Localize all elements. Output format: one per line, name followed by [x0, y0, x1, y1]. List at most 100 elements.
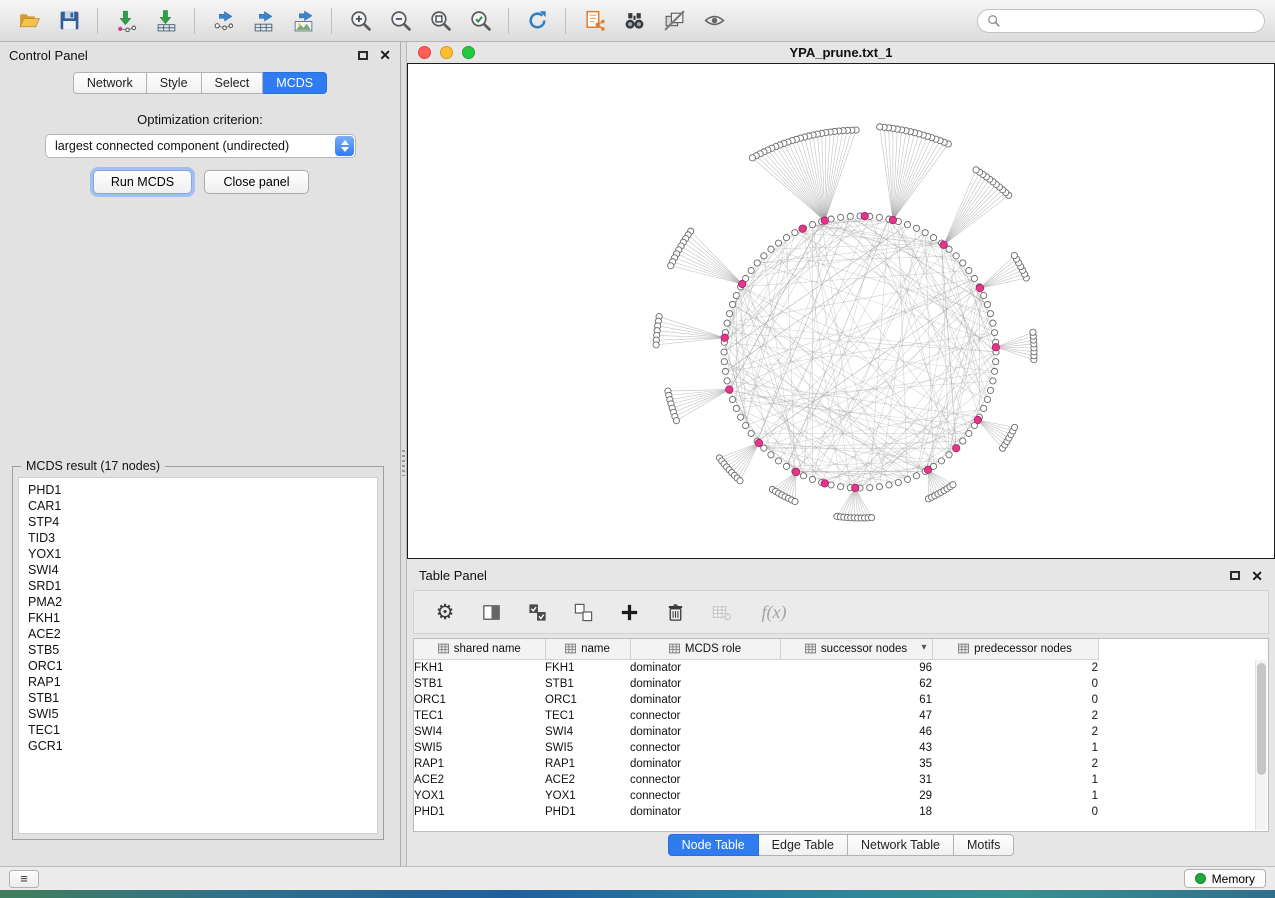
mcds-node-item[interactable]: PHD1	[19, 482, 377, 498]
network-node[interactable]	[876, 214, 882, 220]
table-row[interactable]: FKH1FKH1dominator962	[414, 659, 1268, 676]
mcds-node-item[interactable]: STB5	[19, 642, 377, 658]
network-node[interactable]	[673, 418, 679, 424]
refresh-view-button[interactable]	[518, 5, 556, 37]
mcds-network-node[interactable]	[755, 439, 762, 446]
cell-name[interactable]: FKH1	[545, 659, 630, 676]
search-box[interactable]	[977, 9, 1265, 33]
memory-button[interactable]: Memory	[1184, 869, 1266, 888]
mcds-network-node[interactable]	[792, 468, 799, 475]
network-node[interactable]	[992, 330, 998, 336]
cell-successor-nodes[interactable]: 46	[780, 724, 932, 740]
cell-name[interactable]: ACE2	[545, 772, 630, 788]
cell-successor-nodes[interactable]: 29	[780, 788, 932, 804]
mcds-network-node[interactable]	[799, 225, 806, 232]
mcds-network-node[interactable]	[739, 280, 746, 287]
mcds-network-node[interactable]	[721, 334, 728, 341]
cell-mcds-role[interactable]: dominator	[630, 692, 780, 708]
network-node[interactable]	[828, 482, 834, 488]
cell-successor-nodes[interactable]: 61	[780, 692, 932, 708]
network-node[interactable]	[993, 359, 999, 365]
sort-caret-icon[interactable]: ▾	[921, 642, 926, 653]
optimization-criterion-select[interactable]: largest connected component (undirected)	[45, 134, 356, 158]
mcds-network-node[interactable]	[821, 480, 828, 487]
network-node[interactable]	[653, 342, 659, 348]
zoom-in-button[interactable]	[341, 5, 379, 37]
network-node[interactable]	[724, 320, 730, 326]
cell-shared-name[interactable]: STB1	[414, 676, 545, 692]
network-node[interactable]	[792, 230, 798, 236]
cell-mcds-role[interactable]: dominator	[630, 659, 780, 676]
column-header-name[interactable]: name	[545, 639, 630, 659]
cell-shared-name[interactable]: SWI5	[414, 740, 545, 756]
network-node[interactable]	[783, 234, 789, 240]
network-node[interactable]	[930, 234, 936, 240]
cell-name[interactable]: SWI4	[545, 724, 630, 740]
mcds-node-item[interactable]: SWI5	[19, 706, 377, 722]
hide-selected-button[interactable]	[655, 5, 693, 37]
mcds-node-item[interactable]: STP4	[19, 514, 377, 530]
copy-document-button[interactable]	[575, 5, 613, 37]
mcds-node-item[interactable]: TEC1	[19, 722, 377, 738]
select-all-button[interactable]	[524, 598, 550, 626]
cell-name[interactable]: ORC1	[545, 692, 630, 708]
mcds-node-item[interactable]: SWI4	[19, 562, 377, 578]
mcds-network-node[interactable]	[976, 284, 983, 291]
network-node[interactable]	[792, 498, 798, 504]
network-node[interactable]	[733, 405, 739, 411]
zoom-out-button[interactable]	[381, 5, 419, 37]
mcds-network-node[interactable]	[889, 216, 896, 223]
network-node[interactable]	[867, 485, 873, 491]
tab-edge-table[interactable]: Edge Table	[759, 834, 848, 856]
network-node[interactable]	[748, 267, 754, 273]
mcds-network-node[interactable]	[952, 444, 959, 451]
mcds-node-item[interactable]: CAR1	[19, 498, 377, 514]
mcds-node-item[interactable]: ACE2	[19, 626, 377, 642]
network-node[interactable]	[886, 482, 892, 488]
network-node[interactable]	[809, 476, 815, 482]
mcds-network-node[interactable]	[940, 241, 947, 248]
mcds-node-item[interactable]: PMA2	[19, 594, 377, 610]
network-node[interactable]	[809, 221, 815, 227]
network-node[interactable]	[733, 292, 739, 298]
cell-mcds-role[interactable]: dominator	[630, 724, 780, 740]
network-node[interactable]	[847, 213, 853, 219]
network-node[interactable]	[877, 124, 883, 130]
network-node[interactable]	[960, 260, 966, 266]
cell-predecessor-nodes[interactable]: 0	[932, 676, 1098, 692]
network-node[interactable]	[668, 263, 674, 269]
column-header-shared-name[interactable]: shared name	[414, 639, 545, 659]
table-row[interactable]: SWI4SWI4dominator462	[414, 724, 1268, 740]
show-columns-button[interactable]	[478, 598, 504, 626]
column-header-successor-nodes[interactable]: successor nodes ▾	[780, 639, 932, 659]
close-panel-button[interactable]: Close panel	[204, 170, 309, 194]
cell-successor-nodes[interactable]: 31	[780, 772, 932, 788]
export-network-button[interactable]	[204, 5, 242, 37]
function-builder-button[interactable]: f(x)	[754, 598, 794, 626]
search-input[interactable]	[1006, 14, 1255, 28]
table-row[interactable]: SWI5SWI5connector431	[414, 740, 1268, 756]
mcds-node-item[interactable]: GCR1	[19, 738, 377, 754]
network-node[interactable]	[742, 422, 748, 428]
network-node[interactable]	[913, 473, 919, 479]
cell-predecessor-nodes[interactable]: 1	[932, 772, 1098, 788]
network-node[interactable]	[953, 253, 959, 259]
network-node[interactable]	[754, 260, 760, 266]
network-node[interactable]	[828, 216, 834, 222]
network-node[interactable]	[722, 368, 728, 374]
cell-mcds-role[interactable]: connector	[630, 740, 780, 756]
network-node[interactable]	[992, 368, 998, 374]
mcds-node-item[interactable]: RAP1	[19, 674, 377, 690]
tab-select[interactable]: Select	[202, 72, 264, 94]
network-node[interactable]	[966, 267, 972, 273]
network-node[interactable]	[938, 458, 944, 464]
cell-name[interactable]: PHD1	[545, 804, 630, 820]
mcds-node-item[interactable]: TID3	[19, 530, 377, 546]
cell-mcds-role[interactable]: dominator	[630, 756, 780, 772]
import-network-button[interactable]	[107, 5, 145, 37]
table-row[interactable]: STB1STB1dominator620	[414, 676, 1268, 692]
network-node[interactable]	[761, 253, 767, 259]
network-node[interactable]	[922, 230, 928, 236]
panel-menu-button[interactable]: ≡	[9, 870, 39, 888]
cell-successor-nodes[interactable]: 18	[780, 804, 932, 820]
